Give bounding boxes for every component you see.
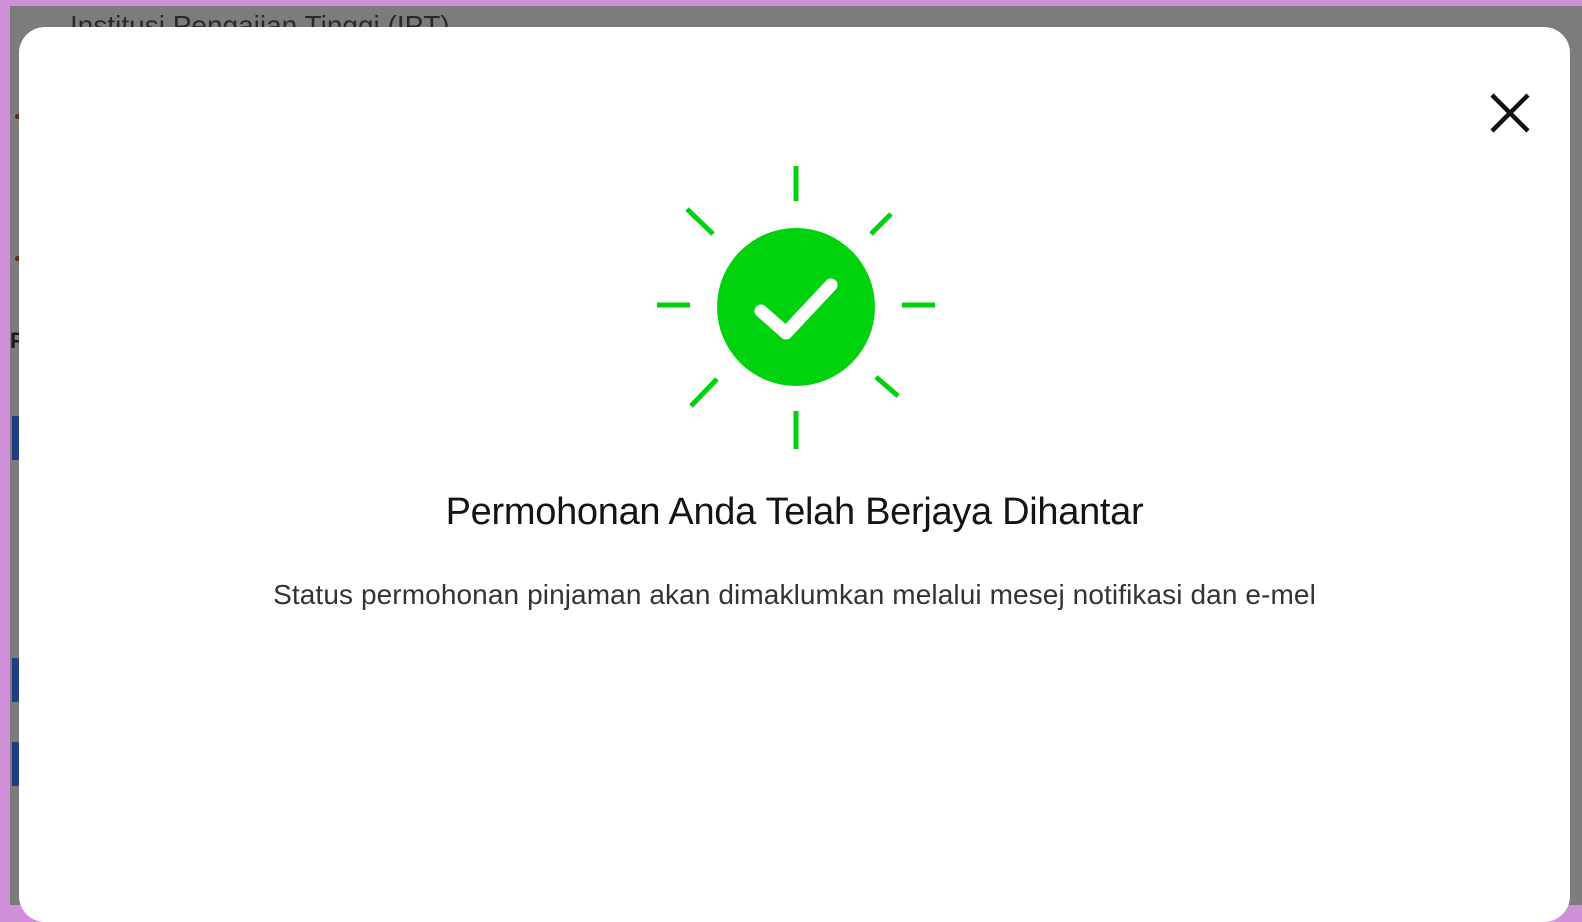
success-check-icon xyxy=(655,166,937,456)
sun-ray xyxy=(689,377,719,408)
sun-ray xyxy=(869,212,893,236)
modal-title: Permohonan Anda Telah Berjaya Dihantar xyxy=(445,491,1144,533)
modal-message: Status permohonan pinjaman akan dimaklum… xyxy=(273,579,1316,610)
sun-ray xyxy=(685,207,715,236)
success-modal: Permohonan Anda Telah Berjaya Dihantar S… xyxy=(19,27,1570,922)
close-icon xyxy=(1490,93,1530,133)
sun-ray xyxy=(874,375,900,398)
close-button[interactable] xyxy=(1485,90,1535,136)
success-circle xyxy=(717,228,875,386)
